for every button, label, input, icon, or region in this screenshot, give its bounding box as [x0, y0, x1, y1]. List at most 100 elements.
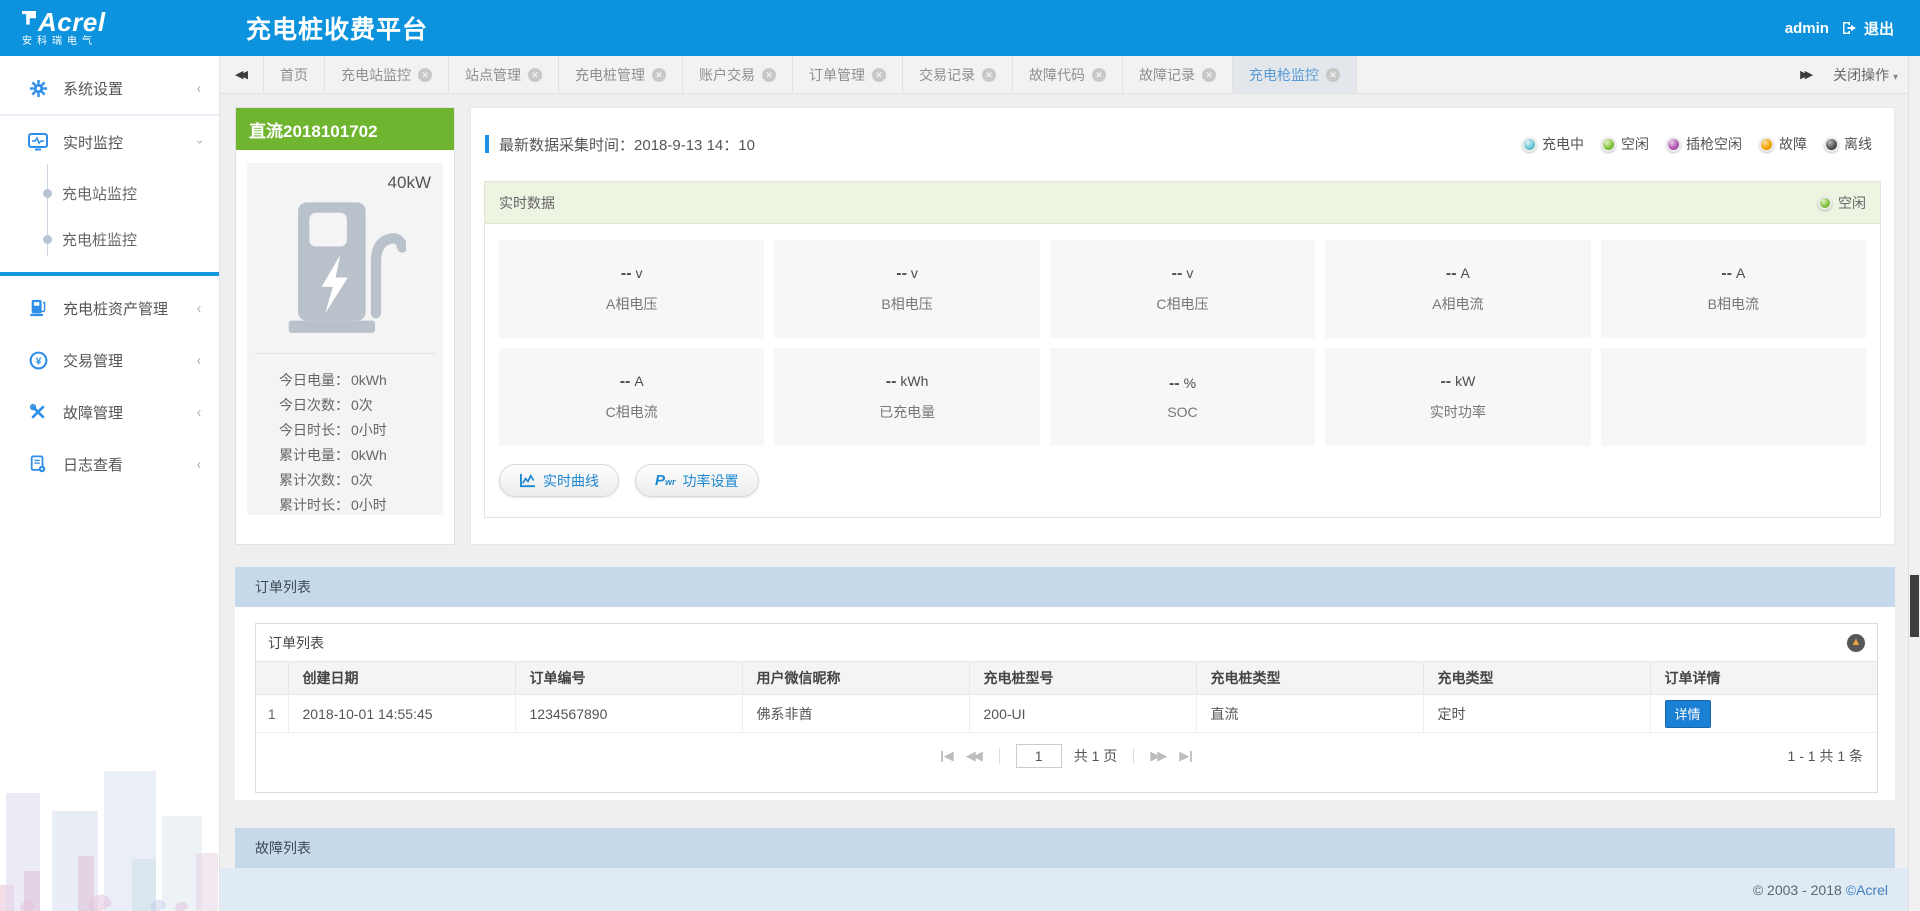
fault-status-dot-icon	[1759, 136, 1774, 152]
device-card: 直流2018101702 40kW 今日电量： 0kWh 今日次数： 0次 今日…	[235, 107, 455, 545]
stat-today-count: 今日次数： 0次	[279, 397, 373, 413]
legend-idle: 空闲	[1601, 134, 1649, 154]
sidebar-item-fault-mgmt[interactable]: 故障管理 ‹	[0, 386, 219, 438]
tab-close-icon[interactable]: ✕	[762, 67, 776, 82]
order-detail-button[interactable]: 详情	[1664, 699, 1711, 728]
tab-close-icon[interactable]: ✕	[528, 67, 542, 82]
accent-bar	[485, 135, 489, 153]
cell-order-number: 1234567890	[515, 694, 743, 733]
chevron-left-icon: ‹	[197, 403, 201, 421]
tab-fault-codes[interactable]: 故障代码 ✕	[1013, 56, 1123, 93]
tab-label: 交易记录	[919, 66, 975, 83]
cell-pile-model: 200-UI	[969, 694, 1197, 733]
scrollbar-thumb[interactable]	[1910, 575, 1919, 637]
sidebar-item-label: 系统设置	[63, 80, 124, 98]
sidebar-item-transaction-mgmt[interactable]: ¥ 交易管理 ‹	[0, 334, 219, 386]
brand-logo: Acrel 安科瑞电气	[0, 6, 220, 48]
column-create-date: 创建日期	[288, 661, 516, 695]
tab-close-icon[interactable]: ✕	[418, 67, 432, 82]
sidebar-item-station-monitor[interactable]: 充电站监控	[0, 170, 219, 216]
gear-icon	[26, 79, 50, 98]
page-number-input[interactable]	[1015, 744, 1062, 768]
chevron-left-icon: ‹	[197, 351, 201, 369]
realtime-monitor-submenu: 充电站监控 充电桩监控	[0, 164, 219, 272]
first-page-button[interactable]: ◀	[940, 748, 954, 764]
tab-gun-monitor[interactable]: 充电枪监控 ✕	[1233, 56, 1357, 93]
idle-status-dot-icon	[1818, 195, 1832, 210]
vertical-scrollbar[interactable]	[1908, 56, 1920, 911]
active-section-divider	[0, 272, 219, 276]
transaction-icon: ¥	[26, 351, 50, 370]
double-left-arrow-icon: ◀◀	[235, 69, 248, 81]
chevron-left-icon: ‹	[197, 299, 201, 317]
tab-label: 站点管理	[465, 66, 521, 83]
column-order-detail: 订单详情	[1650, 661, 1877, 695]
tabs-scroll-right-button[interactable]: ▶▶	[1800, 68, 1813, 81]
close-operations-label: 关闭操作	[1833, 66, 1890, 83]
sidebar-item-label: 日志查看	[63, 456, 124, 474]
metric-phase-c-current: -- A C相电流	[499, 348, 765, 446]
tab-close-icon[interactable]: ✕	[982, 67, 996, 82]
collect-time-label: 最新数据采集时间：2018-9-13 14：10	[499, 136, 755, 154]
order-table: 创建日期 订单编号 用户微信昵称 充电桩型号 充电桩类型 充电类型 订单详情 1	[256, 661, 1877, 733]
tab-order-management[interactable]: 订单管理 ✕	[793, 56, 903, 93]
sidebar-item-pile-monitor[interactable]: 充电桩监控	[0, 216, 219, 262]
tab-fault-records[interactable]: 故障记录 ✕	[1123, 56, 1233, 93]
monitor-panel: 最新数据采集时间：2018-9-13 14：10 充电中 空闲 插枪空闲 故障 …	[470, 107, 1895, 545]
tab-close-icon[interactable]: ✕	[652, 67, 666, 82]
prev-page-button[interactable]: ◀◀	[966, 748, 983, 764]
tab-transaction-records[interactable]: 交易记录 ✕	[903, 56, 1013, 93]
legend-charging: 充电中	[1522, 134, 1584, 154]
sidebar-item-pile-assets[interactable]: 充电桩资产管理 ‹	[0, 282, 219, 334]
metric-phase-b-current: -- A B相电流	[1600, 240, 1866, 338]
tab-close-icon[interactable]: ✕	[1326, 67, 1340, 82]
table-row: 1 2018-10-01 14:55:45 1234567890 佛系非酋 20…	[256, 694, 1877, 733]
submenu-item-label: 充电桩监控	[62, 231, 138, 249]
gun-status-badge: 空闲	[1818, 193, 1866, 213]
sidebar-item-log-view[interactable]: 日志查看 ‹	[0, 438, 219, 490]
logout-button[interactable]: 退出	[1841, 18, 1894, 39]
last-page-button[interactable]: ▶	[1179, 748, 1193, 764]
close-operations-menu[interactable]: 关闭操作 ▾	[1833, 65, 1898, 85]
tab-label: 账户交易	[699, 66, 755, 83]
order-table-header-row: 创建日期 订单编号 用户微信昵称 充电桩型号 充电桩类型 充电类型 订单详情	[256, 661, 1877, 695]
chevron-down-icon: ‹	[192, 140, 206, 144]
metric-phase-c-voltage: -- v C相电压	[1049, 240, 1316, 338]
column-charge-type: 充电类型	[1423, 661, 1651, 695]
tab-close-icon[interactable]: ✕	[1092, 67, 1106, 82]
sidebar: 系统设置 ‹ 实时监控 ‹ 充电站监控 充电桩监控 充电桩资产管理 ‹ ¥ 交易…	[0, 56, 220, 911]
tab-station-monitor[interactable]: 充电站监控 ✕	[325, 56, 449, 93]
sidebar-item-system-settings[interactable]: 系统设置 ‹	[0, 62, 219, 114]
column-order-number: 订单编号	[515, 661, 743, 695]
record-range-label: 1 - 1 共 1 条	[1787, 748, 1863, 764]
column-pile-type: 充电桩类型	[1196, 661, 1424, 695]
logo-text: Acrel	[38, 6, 106, 37]
stat-total-count: 累计次数： 0次	[279, 472, 373, 488]
charging-status-dot-icon	[1522, 136, 1537, 152]
plugged-idle-status-dot-icon	[1666, 136, 1681, 152]
svg-text:¥: ¥	[35, 356, 41, 367]
cell-create-date: 2018-10-01 14:55:45	[288, 694, 516, 733]
tab-home[interactable]: 首页	[264, 56, 325, 93]
tab-close-icon[interactable]: ✕	[872, 67, 886, 82]
fault-section-header: 故障列表	[235, 828, 1895, 868]
caret-down-icon: ▾	[1892, 71, 1898, 83]
total-pages-label: 共 1 页	[1073, 748, 1118, 764]
collapse-panel-button[interactable]: ▲	[1847, 633, 1865, 652]
realtime-curve-button[interactable]: 实时曲线	[499, 464, 619, 497]
power-setting-button[interactable]: Pwr 功率设置	[635, 464, 759, 497]
tabs-scroll-left-button[interactable]: ◀◀	[220, 56, 264, 93]
stat-total-duration: 累计时长： 0小时	[279, 497, 387, 513]
chevron-left-icon: ‹	[197, 455, 201, 473]
username: admin	[1784, 19, 1829, 37]
order-section-header: 订单列表	[235, 567, 1895, 607]
legend-offline: 离线	[1824, 134, 1872, 154]
sidebar-item-realtime-monitor[interactable]: 实时监控 ‹	[0, 116, 219, 168]
next-page-button[interactable]: ▶▶	[1150, 748, 1167, 764]
tab-site-management[interactable]: 站点管理 ✕	[449, 56, 559, 93]
tab-label: 订单管理	[809, 66, 865, 83]
footer: © 2003 - 2018 ©Acrel	[220, 868, 1920, 911]
tab-close-icon[interactable]: ✕	[1202, 67, 1216, 82]
tab-pile-management[interactable]: 充电桩管理 ✕	[559, 56, 683, 93]
tab-account-transaction[interactable]: 账户交易 ✕	[683, 56, 793, 93]
